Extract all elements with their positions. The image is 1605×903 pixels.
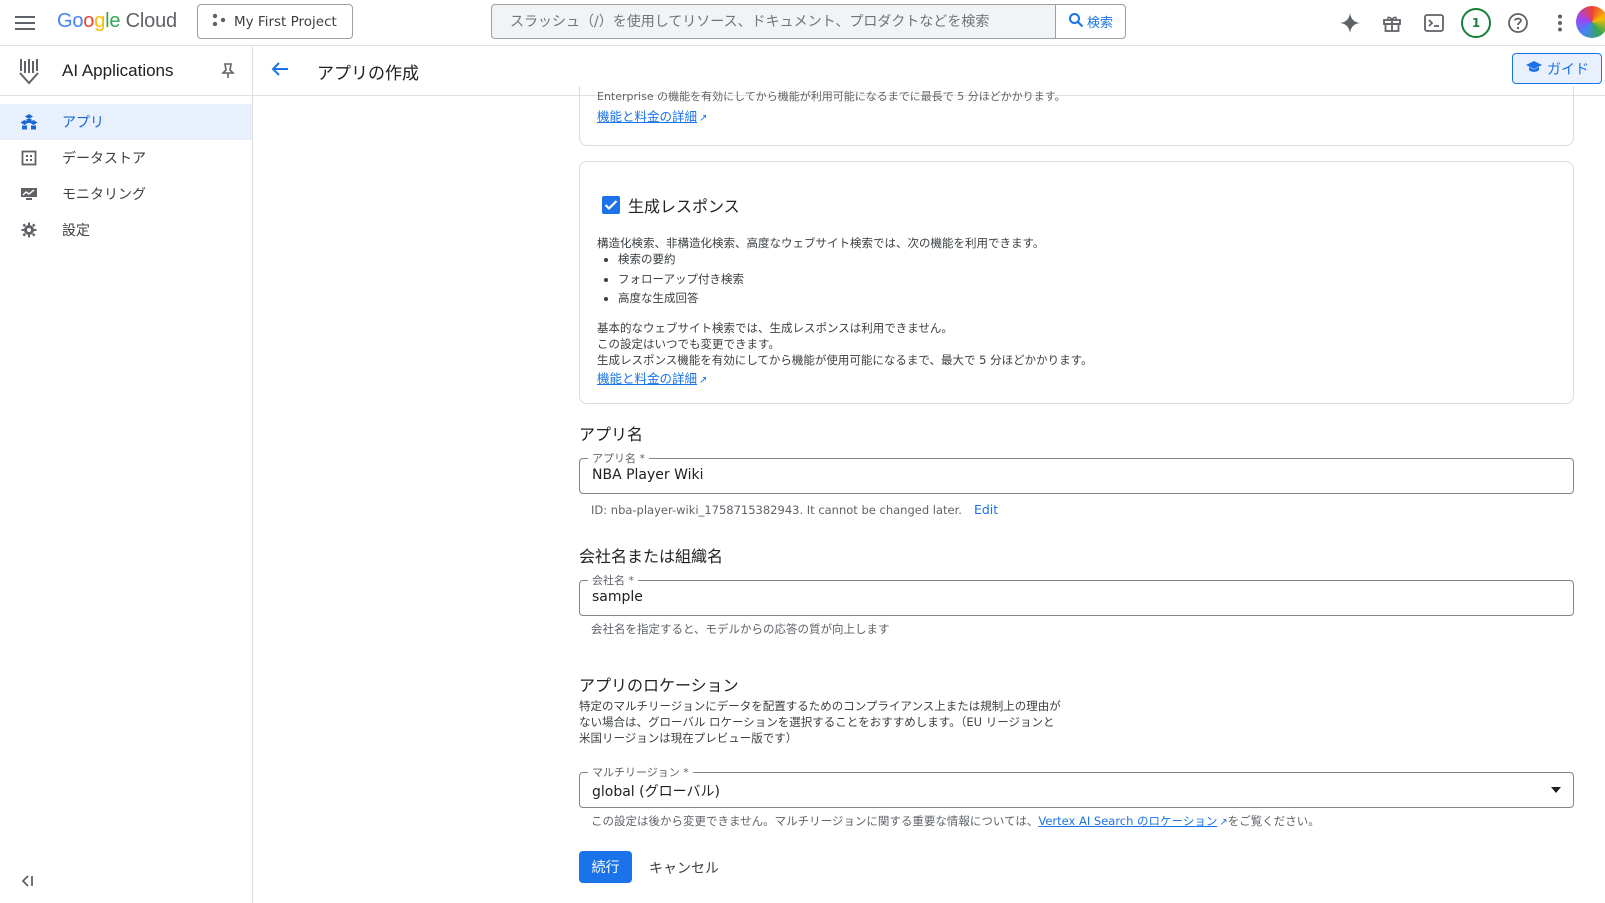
continue-button[interactable]: 続行 [579, 851, 632, 883]
enterprise-tail-text: Enterprise の機能を有効にしてから機能が利用可能になるまでに最長で 5… [597, 90, 1066, 103]
top-icons: 1 [1335, 8, 1575, 38]
ai-applications-icon [18, 57, 42, 85]
location-desc: 特定のマルチリージョンにデータを配置するためのコンプライアンス上または規制上の理… [579, 698, 1099, 746]
back-arrow-icon[interactable] [269, 58, 295, 84]
generative-response-label: 生成レスポンス [628, 197, 740, 216]
page-title: アプリの作成 [317, 64, 419, 84]
generative-desc: 構造化検索、非構造化検索、高度なウェブサイト検索では、次の機能を利用できます。 [597, 236, 1045, 250]
list-item: フォローアップ付き検索 [618, 270, 744, 290]
guide-button[interactable]: ガイド [1512, 53, 1602, 84]
app-name-field[interactable]: アプリ名 * NBA Player Wiki [579, 450, 1574, 494]
external-link-icon: ↗ [699, 375, 708, 386]
dropdown-arrow-icon [1551, 787, 1561, 793]
generative-response-card: 生成レスポンス 構造化検索、非構造化検索、高度なウェブサイト検索では、次の機能を… [579, 161, 1574, 404]
app-name-value: NBA Player Wiki [592, 467, 704, 483]
enterprise-card: Enterprise の機能を有効にしてから機能が利用可能になるまでに最長で 5… [579, 86, 1574, 146]
sidebar: AI Applications アプリ データストア モニタリング 設定 [0, 46, 253, 903]
sidebar-item-datastore[interactable]: データストア [0, 140, 252, 176]
gear-icon [20, 221, 38, 239]
list-item: 高度な生成回答 [618, 289, 744, 309]
sidebar-item-label: 設定 [62, 223, 90, 239]
generative-pricing-link[interactable]: 機能と料金の詳細 ↗ [597, 368, 707, 387]
external-link-icon: ↗ [1219, 817, 1228, 828]
location-section-title: アプリのロケーション [579, 676, 739, 695]
search-button-label: 検索 [1086, 16, 1113, 31]
product-title: AI Applications [62, 60, 174, 80]
feature-list: 検索の要約 フォローアップ付き検索 高度な生成回答 [618, 250, 744, 309]
search-button[interactable]: 検索 [1055, 5, 1125, 38]
gift-icon[interactable] [1377, 8, 1407, 38]
school-icon [1525, 60, 1543, 78]
generative-note: 基本的なウェブサイト検索では、生成レスポンスは利用できません。 この設定はいつで… [597, 320, 1092, 368]
vertex-location-link[interactable]: Vertex AI Search のロケーション ↗ [1038, 814, 1227, 828]
project-icon [212, 13, 226, 31]
location-helper-text-end: をご覧ください。 [1227, 814, 1320, 828]
app-name-section-title: アプリ名 [579, 425, 644, 444]
location-helper: この設定は後から変更できません。マルチリージョンに関する重要な情報については、V… [591, 813, 1320, 829]
menu-icon[interactable] [12, 10, 38, 36]
search-input[interactable] [492, 5, 1055, 38]
gemini-icon[interactable] [1335, 8, 1365, 38]
sidebar-item-settings[interactable]: 設定 [0, 212, 252, 248]
sidebar-item-monitoring[interactable]: モニタリング [0, 176, 252, 212]
notification-badge[interactable]: 1 [1461, 8, 1491, 38]
company-name-field[interactable]: 会社名 * sample [579, 572, 1574, 616]
edit-id-link[interactable]: Edit [974, 502, 998, 517]
top-bar: Google Cloud My First Project 検索 1 [0, 0, 1605, 46]
company-section-title: 会社名または組織名 [579, 547, 724, 566]
sidebar-header: AI Applications [0, 46, 252, 96]
help-icon[interactable] [1503, 8, 1533, 38]
search-box: 検索 [491, 4, 1126, 39]
project-label: My First Project [234, 13, 337, 30]
list-item: 検索の要約 [618, 250, 744, 270]
cancel-button[interactable]: キャンセル [649, 858, 719, 878]
enterprise-pricing-link[interactable]: 機能と料金の詳細 ↗ [597, 106, 707, 125]
company-field-label: 会社名 * [588, 572, 638, 588]
location-desc-line: 米国リージョンは現在プレビュー版です） [579, 731, 798, 745]
sidebar-item-label: モニタリング [62, 187, 146, 203]
generative-response-option: 生成レスポンス [602, 193, 740, 217]
google-cloud-logo[interactable]: Google Cloud [57, 10, 177, 33]
more-vert-icon[interactable] [1545, 8, 1575, 38]
sidebar-item-label: データストア [62, 151, 146, 167]
sidebar-item-label: アプリ [62, 115, 104, 131]
generative-response-checkbox[interactable] [602, 196, 620, 214]
avatar[interactable] [1576, 6, 1605, 38]
datastore-icon [20, 149, 38, 167]
sidebar-item-apps[interactable]: アプリ [0, 104, 252, 140]
cloud-shell-icon[interactable] [1419, 8, 1449, 38]
note-line: 基本的なウェブサイト検索では、生成レスポンスは利用できません。 [597, 321, 953, 335]
project-picker-button[interactable]: My First Project [197, 4, 353, 39]
note-line: 生成レスポンス機能を有効にしてから機能が使用可能になるまで、最大で 5 分ほどか… [597, 353, 1093, 367]
location-desc-line: ない場合は、グローバル ロケーションを選択することをおすすめします。（EU リー… [579, 715, 1055, 729]
multi-region-select[interactable]: マルチリージョン * global (グローバル) [579, 764, 1574, 808]
external-link-icon: ↗ [699, 113, 708, 124]
sidebar-nav: アプリ データストア モニタリング 設定 [0, 104, 252, 248]
guide-button-label: ガイド [1547, 61, 1589, 78]
app-id-text: ID: nba-player-wiki_1758715382943. It ca… [591, 503, 962, 517]
pin-icon[interactable] [219, 62, 237, 80]
location-helper-text: この設定は後から変更できません。マルチリージョンに関する重要な情報については、 [591, 814, 1039, 828]
search-icon [1068, 12, 1084, 32]
monitoring-icon [20, 185, 38, 203]
location-desc-line: 特定のマルチリージョンにデータを配置するためのコンプライアンス上または規制上の理… [579, 699, 1061, 713]
company-value: sample [592, 589, 643, 605]
note-line: この設定はいつでも変更できます。 [597, 337, 780, 351]
company-helper: 会社名を指定すると、モデルからの応答の質が向上します [591, 622, 890, 636]
multi-region-value: global (グローバル) [592, 784, 720, 800]
apps-icon [20, 113, 38, 131]
multi-region-label: マルチリージョン * [588, 764, 693, 780]
app-name-field-label: アプリ名 * [588, 450, 649, 466]
app-id-helper: ID: nba-player-wiki_1758715382943. It ca… [591, 502, 998, 517]
collapse-sidebar-icon[interactable] [20, 875, 40, 895]
